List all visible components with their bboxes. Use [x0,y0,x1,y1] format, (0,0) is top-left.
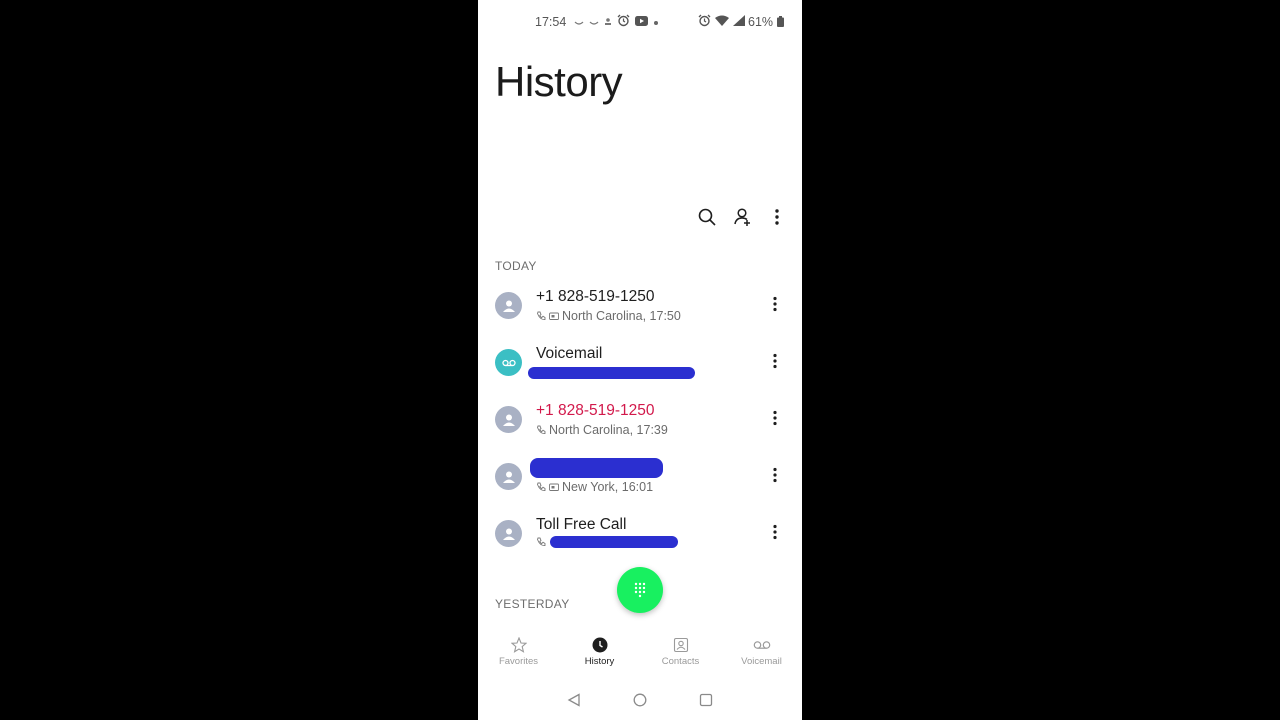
call-name: Toll Free Call [536,516,627,533]
more-vert-icon [773,467,777,483]
row-more-button[interactable] [764,292,786,316]
wifi-icon [715,15,729,29]
call-detail: North Carolina, 17:50 [536,309,681,323]
call-name: +1 828-519-1250 [536,288,655,305]
search-button[interactable] [694,204,720,230]
call-detail: New York, 16:01 [536,480,653,494]
voicemail-icon [501,359,516,366]
row-more-button[interactable] [764,463,786,487]
phone-incoming-icon [537,482,546,491]
more-vert-icon [773,353,777,369]
notification-icon [574,15,584,29]
nav-favorites[interactable]: Favorites [478,634,559,678]
more-options-button[interactable] [764,204,790,230]
nav-history[interactable]: History [559,634,640,678]
dialpad-icon [634,582,646,598]
status-bar: 17:54 61% [478,0,802,44]
clock-icon [592,637,607,653]
voicemail-avatar [495,349,522,376]
system-navigation-bar [478,688,802,712]
call-location-time: New York, 16:01 [562,480,654,494]
hd-call-icon [549,483,559,491]
more-vert-icon [775,209,779,225]
row-more-button[interactable] [764,406,786,430]
call-name-missed: +1 828-519-1250 [536,402,655,419]
add-contact-icon [734,208,750,226]
page-title: History [495,58,623,105]
back-button[interactable] [562,688,586,712]
call-log-row[interactable]: Voicemail [478,339,802,395]
nav-contacts[interactable]: Contacts [640,634,721,678]
call-log-row[interactable]: Toll Free Call [478,510,802,566]
dot-icon [653,15,659,29]
person-icon [604,15,612,29]
redaction-scribble [528,367,695,379]
dialpad-button[interactable] [617,567,663,613]
nav-voicemail[interactable]: Voicemail [721,634,802,678]
notification-icons [574,14,659,30]
avatar [495,292,522,319]
section-header-today: TODAY [495,259,537,273]
person-icon [502,471,515,483]
system-icons [698,14,745,30]
person-icon [502,300,515,312]
redaction-scribble [530,458,663,478]
call-detail: North Carolina, 17:39 [536,423,668,437]
call-log-row[interactable]: +1 828-519-1250 North Carolina, 17:39 [478,396,802,452]
call-name: Voicemail [536,345,603,362]
nav-label: Contacts [661,656,700,667]
row-more-button[interactable] [764,520,786,544]
status-time: 17:54 [535,15,567,29]
battery-label: 61% [748,15,774,29]
avatar [495,520,522,547]
avatar [495,463,522,490]
battery-indicator: 61% [748,15,784,29]
signal-icon [733,15,745,29]
person-icon [502,414,515,426]
youtube-icon [635,15,648,29]
call-location-time: North Carolina, 17:50 [562,309,681,323]
alarm-icon [698,14,711,30]
call-location-time: North Carolina, 17:39 [549,423,668,437]
battery-icon [776,16,784,27]
notification-icon [589,15,599,29]
home-button[interactable] [628,688,652,712]
call-log-row[interactable]: New York, 16:01 [478,453,802,509]
nav-label: History [584,656,615,667]
call-detail [536,537,546,547]
voicemail-icon [753,641,770,649]
phone-missed-icon [537,425,546,434]
phone-incoming-icon [537,311,546,320]
add-contact-button[interactable] [729,204,755,230]
call-log-row[interactable]: +1 828-519-1250 North Carolina, 17:50 [478,282,802,338]
more-vert-icon [773,524,777,540]
more-vert-icon [773,410,777,426]
avatar [495,406,522,433]
home-circle-icon [633,693,647,707]
row-more-button[interactable] [764,349,786,373]
alarm-icon [617,14,630,30]
back-triangle-icon [567,693,580,707]
recents-square-icon [699,693,713,707]
toolbar [478,204,802,230]
phone-screen: 17:54 61% History TODAY +1 828-519-1250 … [478,0,802,720]
person-icon [502,528,515,540]
bottom-navigation: Favorites History Contacts Voicemail [478,634,802,678]
more-vert-icon [773,296,777,312]
search-icon [698,208,716,226]
section-header-yesterday: YESTERDAY [495,597,570,611]
star-icon [510,637,527,653]
nav-label: Voicemail [741,656,782,667]
redaction-scribble [550,536,678,548]
recents-button[interactable] [694,688,718,712]
nav-label: Favorites [498,656,539,667]
hd-call-icon [549,312,559,320]
contacts-icon [673,637,688,653]
phone-outgoing-icon [537,537,546,546]
